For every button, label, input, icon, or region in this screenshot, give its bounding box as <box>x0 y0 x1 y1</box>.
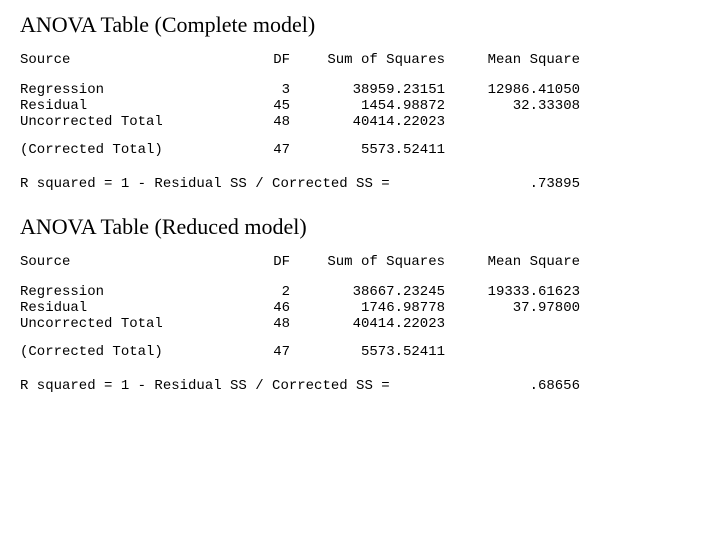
cell-ms <box>445 316 580 332</box>
cell-df: 48 <box>235 316 290 332</box>
cell-df: 47 <box>235 142 290 158</box>
cell-ms: 19333.61623 <box>445 284 580 300</box>
cell-ss: 1746.98778 <box>290 300 445 316</box>
cell-ss: 40414.22023 <box>290 316 445 332</box>
cell-ss: 1454.98872 <box>290 98 445 114</box>
table-header-row: Source DF Sum of Squares Mean Square <box>20 52 700 68</box>
cell-ms: 32.33308 <box>445 98 580 114</box>
r-squared-value: .68656 <box>415 378 580 394</box>
complete-model-title: ANOVA Table (Complete model) <box>20 12 700 38</box>
cell-df: 48 <box>235 114 290 130</box>
row-label-residual: Residual <box>20 98 235 114</box>
cell-ss: 40414.22023 <box>290 114 445 130</box>
r-squared-row: R squared = 1 - Residual SS / Corrected … <box>20 176 700 192</box>
table-row: Regression 3 38959.23151 12986.41050 <box>20 82 700 98</box>
cell-ms: 37.97800 <box>445 300 580 316</box>
header-df: DF <box>235 52 290 68</box>
header-ms: Mean Square <box>445 254 580 270</box>
header-ss: Sum of Squares <box>290 52 445 68</box>
table-header-row: Source DF Sum of Squares Mean Square <box>20 254 700 270</box>
header-source: Source <box>20 254 235 270</box>
r-squared-label: R squared = 1 - Residual SS / Corrected … <box>20 378 415 394</box>
header-ss: Sum of Squares <box>290 254 445 270</box>
header-source: Source <box>20 52 235 68</box>
table-row: Residual 45 1454.98872 32.33308 <box>20 98 700 114</box>
cell-ms <box>445 114 580 130</box>
cell-ss: 5573.52411 <box>290 344 445 360</box>
cell-df: 47 <box>235 344 290 360</box>
row-label-corrected: (Corrected Total) <box>20 142 235 158</box>
table-row: Uncorrected Total 48 40414.22023 <box>20 114 700 130</box>
row-label-residual: Residual <box>20 300 235 316</box>
cell-ss: 5573.52411 <box>290 142 445 158</box>
row-label-regression: Regression <box>20 284 235 300</box>
r-squared-label: R squared = 1 - Residual SS / Corrected … <box>20 176 415 192</box>
table-row: Uncorrected Total 48 40414.22023 <box>20 316 700 332</box>
row-label-corrected: (Corrected Total) <box>20 344 235 360</box>
table-row: (Corrected Total) 47 5573.52411 <box>20 344 700 360</box>
row-label-uncorrected: Uncorrected Total <box>20 114 235 130</box>
cell-ss: 38959.23151 <box>290 82 445 98</box>
complete-anova-table: Source DF Sum of Squares Mean Square Reg… <box>20 52 700 192</box>
cell-ms <box>445 344 580 360</box>
reduced-model-title: ANOVA Table (Reduced model) <box>20 214 700 240</box>
row-label-uncorrected: Uncorrected Total <box>20 316 235 332</box>
row-label-regression: Regression <box>20 82 235 98</box>
header-ms: Mean Square <box>445 52 580 68</box>
reduced-anova-table: Source DF Sum of Squares Mean Square Reg… <box>20 254 700 394</box>
cell-df: 2 <box>235 284 290 300</box>
table-row: Regression 2 38667.23245 19333.61623 <box>20 284 700 300</box>
r-squared-value: .73895 <box>415 176 580 192</box>
header-df: DF <box>235 254 290 270</box>
cell-ss: 38667.23245 <box>290 284 445 300</box>
cell-ms: 12986.41050 <box>445 82 580 98</box>
cell-df: 3 <box>235 82 290 98</box>
cell-df: 45 <box>235 98 290 114</box>
table-row: (Corrected Total) 47 5573.52411 <box>20 142 700 158</box>
r-squared-row: R squared = 1 - Residual SS / Corrected … <box>20 378 700 394</box>
cell-df: 46 <box>235 300 290 316</box>
table-row: Residual 46 1746.98778 37.97800 <box>20 300 700 316</box>
cell-ms <box>445 142 580 158</box>
